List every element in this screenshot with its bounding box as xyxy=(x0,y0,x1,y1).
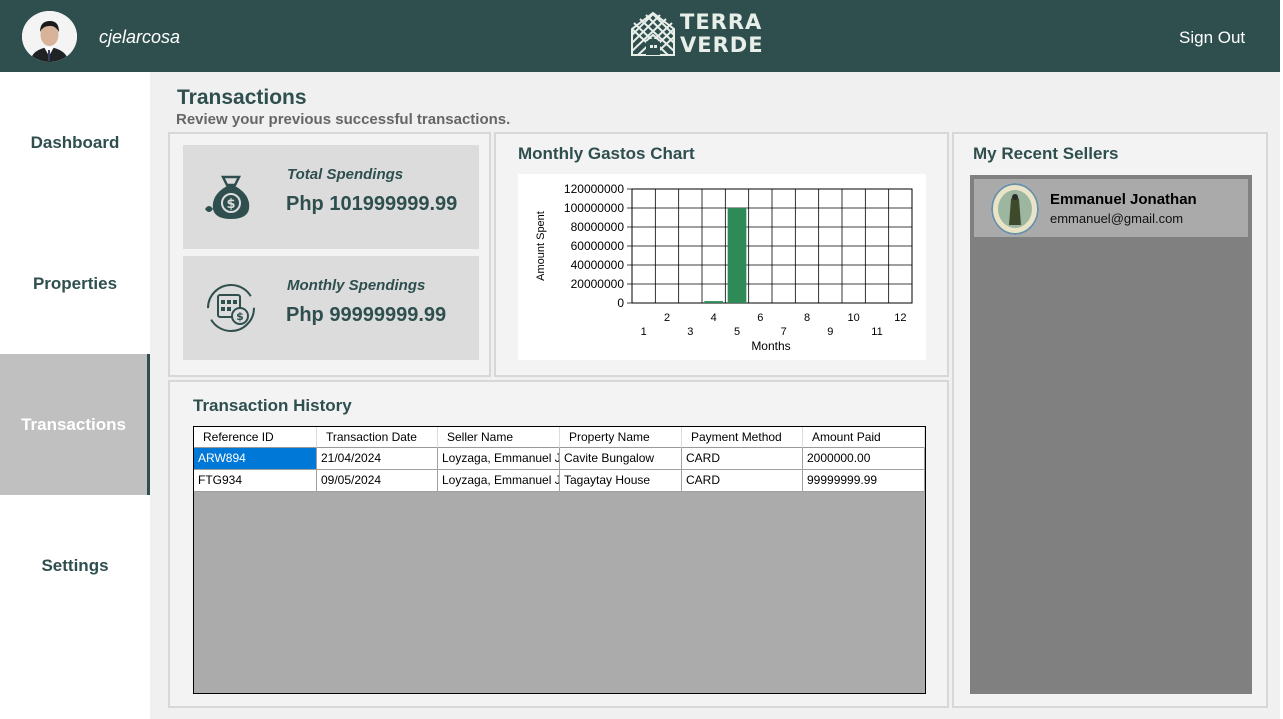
svg-text:$: $ xyxy=(236,310,244,323)
x-axis-label: Months xyxy=(751,339,790,353)
y-tick-label: 20000000 xyxy=(571,277,625,291)
total-spendings-value: Php 101999999.99 xyxy=(286,193,458,215)
total-spendings-card: $ Total Spendings Php 101999999.99 xyxy=(183,145,479,249)
sign-out-button[interactable]: Sign Out xyxy=(1179,28,1245,48)
column-header-property-name[interactable]: Property Name xyxy=(560,427,682,448)
x-tick-label: 9 xyxy=(827,326,833,338)
sidebar-item-settings[interactable]: Settings xyxy=(0,495,150,636)
table-cell-payment[interactable]: CARD xyxy=(682,448,803,469)
sidebar-item-properties[interactable]: Properties xyxy=(0,213,150,354)
table-cell-payment[interactable]: CARD xyxy=(682,470,803,491)
svg-text:$: $ xyxy=(226,197,235,212)
sidebar-item-transactions[interactable]: Transactions xyxy=(0,354,150,495)
table-cell-property[interactable]: Tagaytay House xyxy=(560,470,682,491)
x-tick-label: 6 xyxy=(757,312,763,324)
brand-line-2: VERDE xyxy=(680,33,764,57)
y-tick-label: 60000000 xyxy=(571,239,625,253)
bar xyxy=(727,208,747,303)
x-tick-label: 10 xyxy=(848,312,860,324)
x-tick-label: 2 xyxy=(664,312,670,324)
x-tick-label: 3 xyxy=(687,326,693,338)
y-tick-label: 120000000 xyxy=(564,182,624,196)
page-title: Transactions xyxy=(177,86,307,109)
monthly-spendings-label: Monthly Spendings xyxy=(287,277,426,294)
seller-name: Emmanuel Jonathan xyxy=(1050,191,1197,208)
column-header-transaction-date[interactable]: Transaction Date xyxy=(317,427,438,448)
sellers-list[interactable]: Emmanuel Jonathan emmanuel@gmail.com xyxy=(970,175,1252,694)
brand-name: TERRA VERDE xyxy=(680,11,764,57)
column-header-amount-paid[interactable]: Amount Paid xyxy=(803,427,925,448)
seller-item[interactable]: Emmanuel Jonathan emmanuel@gmail.com xyxy=(974,179,1248,237)
username-label: cjelarcosa xyxy=(99,27,181,47)
calendar-money-icon: $ xyxy=(207,284,255,332)
bar xyxy=(704,301,723,303)
transaction-table[interactable]: Reference ID Transaction Date Seller Nam… xyxy=(193,426,926,694)
page-subtitle: Review your previous successful transact… xyxy=(176,111,511,128)
x-tick-label: 7 xyxy=(781,326,787,338)
user-avatar[interactable] xyxy=(22,11,77,62)
x-tick-label: 4 xyxy=(711,312,717,324)
column-header-payment-method[interactable]: Payment Method xyxy=(682,427,803,448)
total-spendings-label: Total Spendings xyxy=(287,166,404,183)
column-header-reference-id[interactable]: Reference ID xyxy=(194,427,317,448)
x-tick-label: 11 xyxy=(871,326,882,338)
brand-line-1: TERRA xyxy=(680,10,763,34)
seller-email: emmanuel@gmail.com xyxy=(1050,211,1184,226)
table-cell-reference-id[interactable]: ARW894 xyxy=(194,448,317,469)
table-cell-property[interactable]: Cavite Bungalow xyxy=(560,448,682,469)
x-tick-label: 1 xyxy=(641,326,647,338)
history-title: Transaction History xyxy=(193,396,352,415)
top-bar: cjelarcosa TERRA VERDE Sign Out xyxy=(0,0,1280,72)
table-cell-reference-id[interactable]: FTG934 xyxy=(194,470,317,491)
table-header: Reference ID Transaction Date Seller Nam… xyxy=(194,427,925,448)
table-cell-date[interactable]: 09/05/2024 xyxy=(317,470,438,491)
seller-avatar xyxy=(991,183,1039,235)
table-cell-seller[interactable]: Loyzaga, Emmanuel J... xyxy=(438,448,560,469)
monthly-spendings-card: $ Monthly Spendings Php 99999999.99 xyxy=(183,256,479,360)
table-cell-seller[interactable]: Loyzaga, Emmanuel J... xyxy=(438,470,560,491)
table-row[interactable]: ARW894 21/04/2024 Loyzaga, Emmanuel J...… xyxy=(194,448,925,470)
chart-title: Monthly Gastos Chart xyxy=(518,144,695,163)
x-tick-label: 12 xyxy=(894,312,906,324)
table-cell-date[interactable]: 21/04/2024 xyxy=(317,448,438,469)
terra-verde-logo-icon xyxy=(631,11,675,56)
sidebar-item-dashboard[interactable]: Dashboard xyxy=(0,72,150,213)
monthly-spending-chart: 0 20000000 40000000 60000000 80000000 1000000… xyxy=(535,182,913,353)
table-cell-amount[interactable]: 2000000.00 xyxy=(803,448,925,469)
sellers-title: My Recent Sellers xyxy=(973,144,1119,163)
column-header-seller-name[interactable]: Seller Name xyxy=(438,427,560,448)
table-row[interactable]: FTG934 09/05/2024 Loyzaga, Emmanuel J...… xyxy=(194,470,925,492)
y-tick-label: 40000000 xyxy=(571,258,625,272)
y-tick-label: 80000000 xyxy=(571,220,625,234)
x-tick-label: 8 xyxy=(804,312,810,324)
sidebar: Dashboard Properties Transactions Settin… xyxy=(0,72,150,719)
y-tick-label: 100000000 xyxy=(564,201,624,215)
table-cell-amount[interactable]: 99999999.99 xyxy=(803,470,925,491)
monthly-spendings-value: Php 99999999.99 xyxy=(286,304,447,326)
x-tick-label: 5 xyxy=(734,326,740,338)
y-tick-label: 0 xyxy=(617,296,624,310)
money-bag-icon: $ xyxy=(205,175,250,219)
y-axis-label: Amount Spent xyxy=(535,211,547,281)
